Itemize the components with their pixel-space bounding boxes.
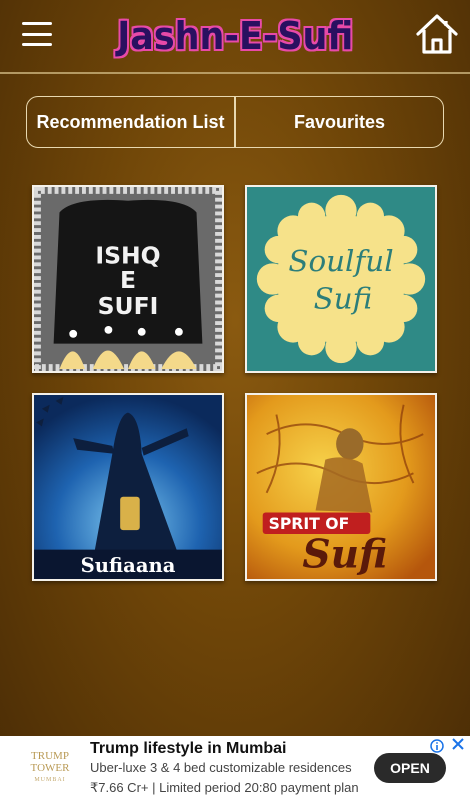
- tab-bar: Recommendation List Favourites: [26, 96, 444, 148]
- album-text-line: Sufiaana: [81, 554, 176, 577]
- album-card-sprit-of-sufi[interactable]: SPRIT OF Sufi: [245, 393, 437, 581]
- album-text-line: SPRIT OF: [269, 514, 350, 533]
- home-icon[interactable]: [414, 12, 460, 56]
- advertiser-logo: TRUMP TOWER MUMBAI: [20, 744, 80, 792]
- advertiser-logo-sub: MUMBAI: [34, 777, 66, 783]
- album-text-line: E: [120, 266, 136, 294]
- tab-recommendation-list[interactable]: Recommendation List: [27, 97, 234, 147]
- ad-description-line2: ₹7.66 Cr+ | Limited period 20:80 payment…: [90, 780, 359, 795]
- album-card-soulful-sufi[interactable]: Soulful Sufi: [245, 185, 437, 373]
- album-cover-ishq-e-sufi: ISHQ E SUFI: [34, 187, 222, 371]
- hamburger-menu-icon[interactable]: [22, 22, 52, 46]
- advertiser-logo-line: TOWER: [30, 762, 70, 774]
- album-cover-sprit-of-sufi: SPRIT OF Sufi: [247, 395, 435, 579]
- app-title: Jashn-E-Sufi: [116, 14, 354, 58]
- header-divider: [0, 72, 470, 74]
- album-text-line: Sufi: [314, 281, 373, 315]
- advertiser-logo-line: TRUMP: [31, 750, 69, 762]
- app-header: Jashn-E-Sufi: [0, 0, 470, 72]
- ad-description-line1: Uber-luxe 3 & 4 bed customizable residen…: [90, 760, 352, 775]
- album-cover-sufiaana: Sufiaana: [34, 395, 222, 579]
- info-icon[interactable]: [430, 739, 444, 753]
- album-card-sufiaana[interactable]: Sufiaana: [32, 393, 224, 581]
- tab-favourites[interactable]: Favourites: [234, 97, 443, 147]
- album-text-line: Soulful: [288, 244, 393, 278]
- ad-title: Trump lifestyle in Mumbai: [90, 740, 287, 757]
- album-cover-soulful-sufi: Soulful Sufi: [247, 187, 435, 371]
- close-icon[interactable]: [451, 737, 465, 751]
- ad-open-button[interactable]: OPEN: [374, 753, 446, 783]
- album-text-line: Sufi: [302, 531, 387, 577]
- album-card-ishq-e-sufi[interactable]: ISHQ E SUFI: [32, 185, 224, 373]
- album-text-line: SUFI: [98, 292, 159, 320]
